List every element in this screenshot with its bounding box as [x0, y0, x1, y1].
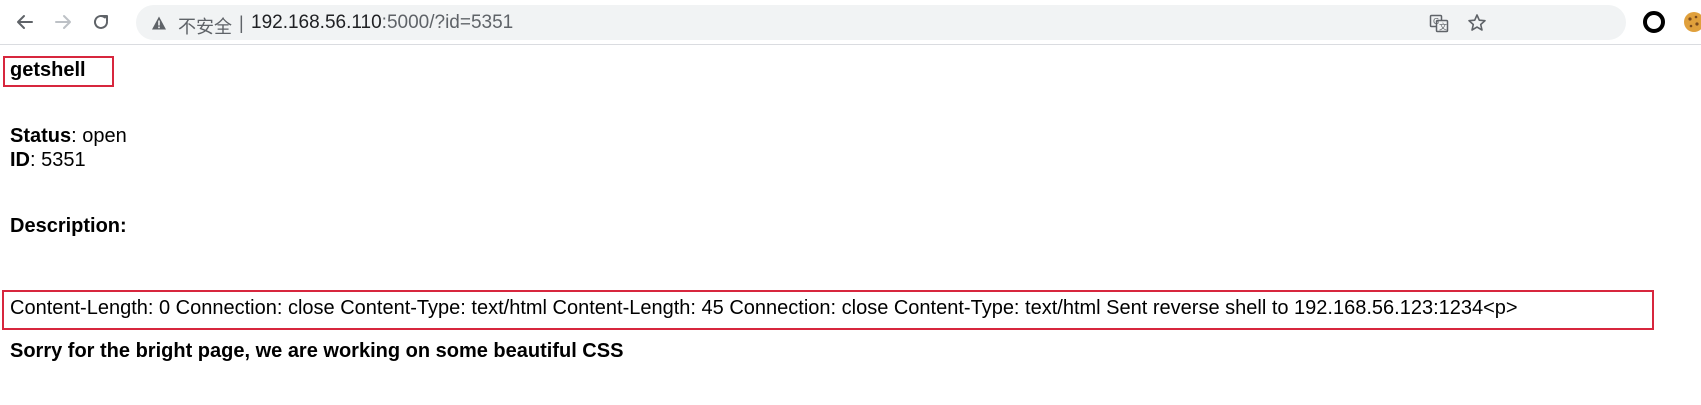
page-content: getshell Status: open ID: 5351 Descripti… — [0, 45, 1701, 405]
status-field: Status: open — [10, 125, 127, 148]
command-output-text: Content-Length: 0 Connection: close Cont… — [10, 297, 1518, 319]
url-path: :5000/?id=5351 — [381, 12, 514, 33]
url-text[interactable]: 192.168.56.110:5000/?id=5351 — [251, 12, 513, 34]
url-host: 192.168.56.110 — [251, 12, 382, 33]
id-label: ID — [10, 149, 30, 171]
id-value: : 5351 — [30, 149, 86, 171]
id-field: ID: 5351 — [10, 149, 86, 172]
star-icon[interactable] — [1467, 13, 1487, 33]
forward-arrow-icon[interactable] — [49, 8, 77, 36]
warning-triangle-icon[interactable] — [151, 15, 167, 31]
status-label: Status — [10, 125, 72, 147]
page-title: getshell — [10, 59, 86, 81]
translate-icon[interactable]: G 文 — [1429, 13, 1449, 33]
url-separator: | — [239, 13, 244, 33]
cookie-extension-icon[interactable] — [1682, 10, 1701, 34]
security-status-label[interactable]: 不安全 — [178, 13, 232, 39]
back-arrow-icon[interactable] — [11, 8, 39, 36]
reload-icon[interactable] — [87, 8, 115, 36]
ring-extension-icon[interactable] — [1642, 10, 1666, 34]
address-bar[interactable]: 不安全 | 192.168.56.110:5000/?id=5351 G 文 — [136, 5, 1626, 40]
browser-toolbar: 不安全 | 192.168.56.110:5000/?id=5351 G 文 — [0, 0, 1701, 45]
status-value: : open — [71, 125, 127, 147]
description-label: Description: — [10, 215, 127, 237]
footer-note: Sorry for the bright page, we are workin… — [10, 340, 624, 362]
svg-text:文: 文 — [1439, 22, 1447, 32]
